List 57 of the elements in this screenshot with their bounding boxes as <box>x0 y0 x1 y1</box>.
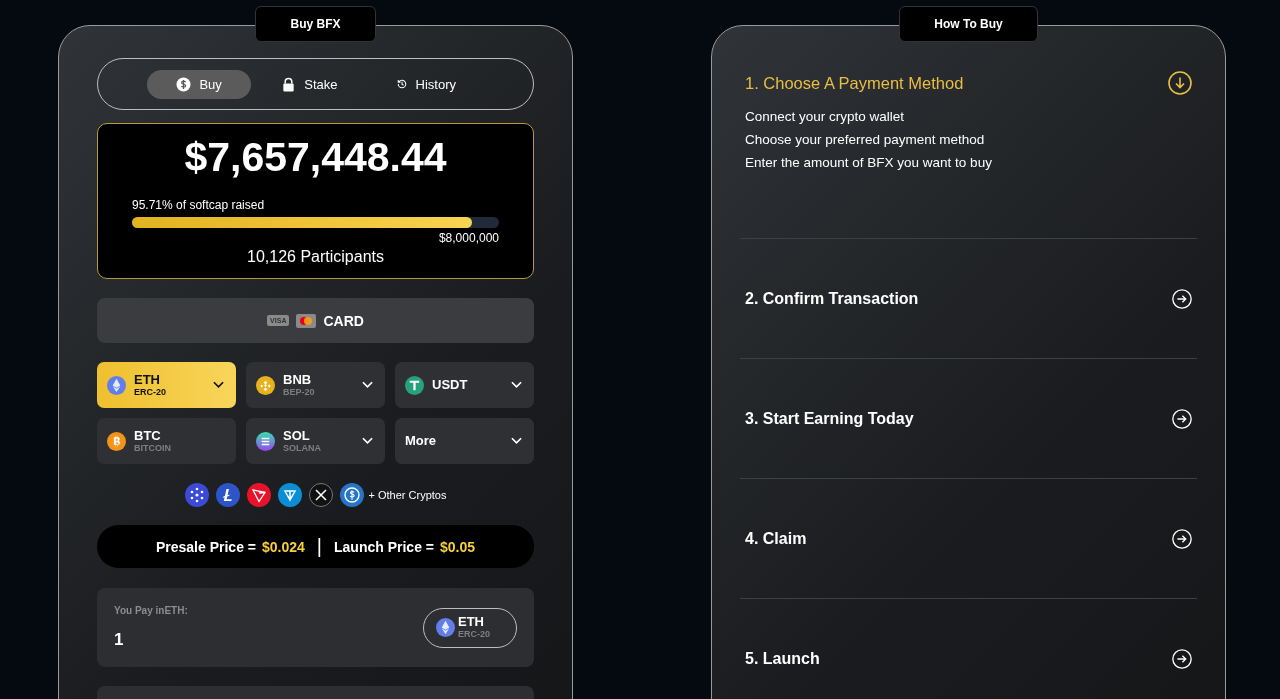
bnb-coin-icon <box>256 375 275 395</box>
usdc-coin-icon <box>339 483 364 507</box>
target-amount: $8,000,000 <box>437 231 499 245</box>
mastercard-icon <box>296 313 317 328</box>
litecoin-coin-icon <box>215 483 240 507</box>
step-title[interactable]: 1. Choose A Payment Method <box>745 73 964 93</box>
tron-coin-icon <box>246 483 271 507</box>
step-instruction: Connect your crypto wallet <box>745 109 906 124</box>
step-title[interactable]: 5. Launch <box>745 649 820 668</box>
arrow-right-circle-icon[interactable] <box>1172 528 1192 549</box>
chevron-down-icon <box>362 381 373 389</box>
launch-price-value: $0.05 <box>440 538 476 555</box>
currency-option[interactable]: SOL SOLANA <box>246 418 385 464</box>
toncoin-coin-icon <box>277 483 302 507</box>
step-title[interactable]: 4. Claim <box>745 529 807 548</box>
currency-option[interactable]: ETH ERC-20 <box>97 362 236 408</box>
participants-count: 10,126 Participants <box>246 248 385 266</box>
ethereum-coin-icon <box>436 618 455 637</box>
step-title[interactable]: 3. Start Earning Today <box>745 409 914 428</box>
history-icon <box>395 78 408 90</box>
lock-icon <box>281 76 297 92</box>
ethereum-coin-icon <box>107 375 126 395</box>
step-instruction: Enter the amount of BFX you want to buy <box>745 155 993 170</box>
other-cryptos-label: + Other Cryptos <box>368 489 447 501</box>
arrow-right-circle-icon[interactable] <box>1172 288 1192 309</box>
currency-option[interactable]: USDT <box>395 362 534 408</box>
step-title[interactable]: 2. Confirm Transaction <box>745 289 919 308</box>
currency-option[interactable]: More <box>395 418 534 464</box>
raised-amount: $7,657,448.44 <box>183 134 448 180</box>
panel-title: Buy BFX <box>255 6 376 42</box>
currency-option[interactable]: BTC BITCOIN <box>97 418 236 464</box>
chevron-down-icon <box>511 437 522 445</box>
presale-price-label: Presale Price = <box>155 538 256 555</box>
presale-price-value: $0.024 <box>262 538 305 555</box>
tab[interactable]: History <box>366 69 485 99</box>
cardano-coin-icon <box>184 483 209 507</box>
currency-option[interactable]: BNB BEP-20 <box>246 362 385 408</box>
softcap-caption: 95.71% of softcap raised <box>132 198 266 212</box>
chevron-down-icon <box>362 437 373 445</box>
price-separator: | <box>316 535 322 558</box>
panel-title: How To Buy <box>899 6 1038 42</box>
step-instruction: Choose your preferred payment method <box>745 132 986 147</box>
solana-coin-icon <box>256 431 275 451</box>
bitcoin-coin-icon <box>107 431 126 451</box>
tether-coin-icon <box>405 375 424 395</box>
dollar-coin-icon <box>176 76 192 92</box>
tab[interactable]: Stake <box>252 69 367 99</box>
chevron-down-icon <box>213 381 224 389</box>
arrow-right-circle-icon[interactable] <box>1172 408 1192 429</box>
arrow-down-circle-icon[interactable] <box>1168 71 1192 95</box>
chevron-down-icon <box>511 381 522 389</box>
pay-label: You Pay inETH: <box>114 605 188 616</box>
tab[interactable]: Buy <box>147 69 251 99</box>
arrow-right-circle-icon[interactable] <box>1172 648 1192 669</box>
xrp-coin-icon <box>308 483 333 507</box>
launch-price-label: Launch Price = <box>334 538 434 555</box>
pay-amount-input[interactable]: 1 <box>114 630 188 650</box>
